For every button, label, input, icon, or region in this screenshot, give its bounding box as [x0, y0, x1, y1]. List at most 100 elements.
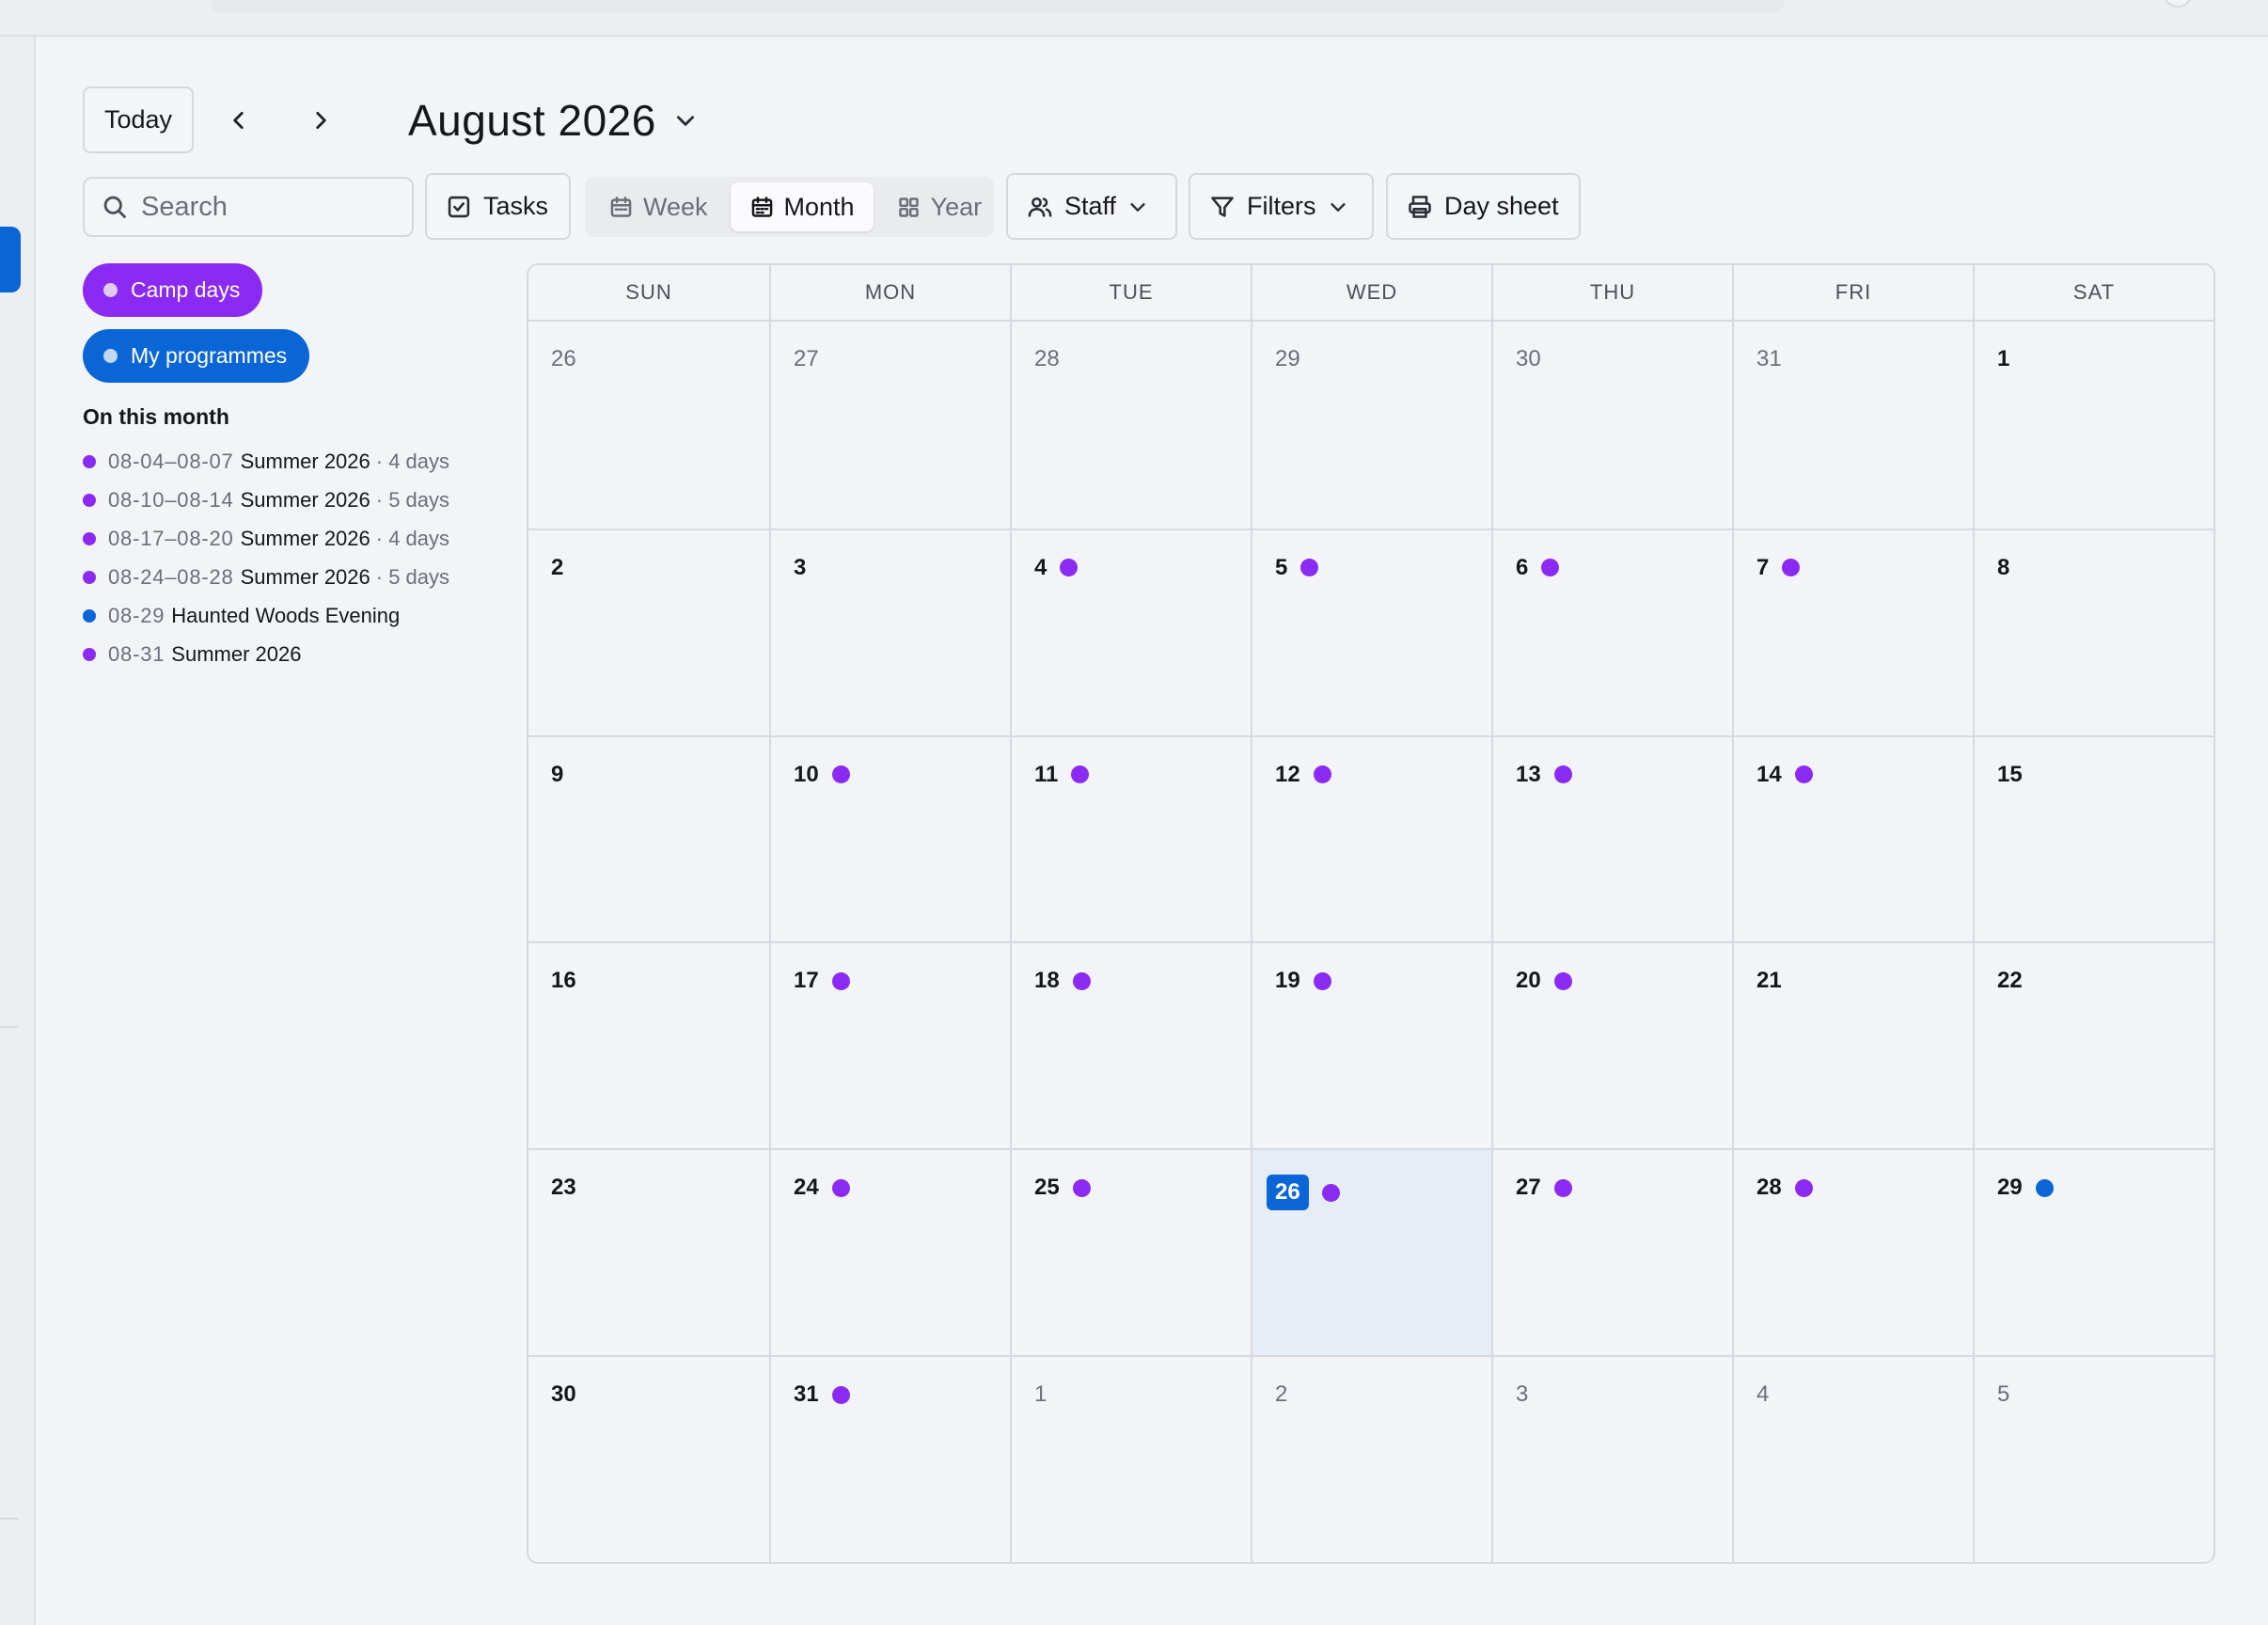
day-cell[interactable]: 3 — [1491, 1355, 1732, 1562]
camp-day-dot[interactable] — [1553, 971, 1572, 990]
camp-day-dot[interactable] — [831, 1385, 850, 1404]
search-input[interactable] — [141, 191, 376, 223]
day-cell[interactable]: 23 — [528, 1148, 769, 1355]
camp-day-dot[interactable] — [1553, 1178, 1572, 1197]
day-number: 8 — [1997, 554, 2010, 580]
event-name: Summer 2026 — [240, 526, 370, 550]
day-cell[interactable]: 27 — [769, 322, 1010, 529]
event-date: 08-31 — [108, 641, 165, 666]
camp-day-dot[interactable] — [1071, 765, 1090, 784]
day-cell[interactable]: 2 — [1251, 1355, 1491, 1562]
camp-day-dot[interactable] — [1313, 765, 1331, 784]
view-week-tab[interactable]: Week — [590, 182, 727, 231]
day-cell[interactable]: 19 — [1251, 941, 1491, 1149]
today-button[interactable]: Today — [83, 87, 194, 153]
list-item[interactable]: 08-17–08-20 Summer 2026 · 4 days — [83, 519, 506, 558]
day-cell[interactable]: 26 — [528, 322, 769, 529]
day-cell[interactable]: 6 — [1491, 528, 1732, 735]
day-cell[interactable]: 25 — [1010, 1148, 1251, 1356]
day-cell[interactable]: 29 — [1973, 1148, 2213, 1356]
month-picker[interactable]: August 2026 — [408, 90, 698, 150]
list-item[interactable]: 08-29 Haunted Woods Evening — [83, 596, 506, 635]
day-sheet-button[interactable]: Day sheet — [1386, 173, 1581, 240]
day-cell[interactable]: 10 — [769, 734, 1010, 942]
day-cell[interactable]: 4 — [1732, 1355, 1973, 1562]
day-cell[interactable]: 27 — [1491, 1148, 1732, 1356]
camp-day-dot[interactable] — [1541, 559, 1560, 577]
global-search-strip[interactable] — [212, 0, 1784, 13]
day-cell[interactable]: 28 — [1010, 322, 1251, 529]
camp-day-dot[interactable] — [831, 971, 850, 990]
day-cell[interactable]: 30 — [528, 1355, 769, 1562]
camp-day-dot[interactable] — [1072, 971, 1091, 990]
day-cell[interactable]: 1 — [1010, 1355, 1251, 1562]
day-cell[interactable]: 14 — [1732, 734, 1973, 942]
day-cell[interactable]: 28 — [1732, 1148, 1973, 1356]
day-cell[interactable]: 16 — [528, 941, 769, 1148]
day-cell[interactable]: 15 — [1973, 734, 2213, 942]
day-cell[interactable]: 11 — [1010, 734, 1251, 942]
view-year-tab[interactable]: Year — [877, 182, 1001, 231]
camp-days-chip[interactable]: Camp days — [83, 263, 263, 317]
day-header: 10 — [794, 762, 850, 788]
camp-day-dot[interactable] — [1794, 1178, 1813, 1197]
day-cell[interactable]: 18 — [1010, 941, 1251, 1149]
search-box[interactable] — [83, 177, 414, 237]
day-cell[interactable]: 31 — [769, 1355, 1010, 1562]
day-number: 4 — [1756, 1381, 1770, 1408]
day-cell[interactable]: 30 — [1491, 322, 1732, 529]
camp-day-dot[interactable] — [1313, 971, 1331, 990]
camp-day-dot[interactable] — [1794, 765, 1813, 784]
day-cell[interactable]: 1 — [1973, 322, 2213, 529]
my-programmes-chip[interactable]: My programmes — [83, 329, 310, 383]
day-cell[interactable]: 31 — [1732, 322, 1973, 529]
view-month-tab[interactable]: Month — [730, 182, 874, 231]
day-cell[interactable]: 3 — [769, 528, 1010, 735]
day-header: 2 — [551, 555, 563, 581]
day-cell[interactable]: 2 — [528, 528, 769, 735]
my-programmes-label: My programmes — [131, 343, 288, 368]
day-cell-today[interactable]: 26 — [1251, 1148, 1491, 1356]
camp-day-dot[interactable] — [1300, 559, 1319, 577]
day-cell[interactable]: 21 — [1732, 941, 1973, 1149]
day-cell[interactable]: 4 — [1010, 528, 1251, 735]
page-title: August 2026 — [408, 96, 656, 145]
day-cell[interactable]: 22 — [1973, 941, 2213, 1149]
day-cell[interactable]: 9 — [528, 734, 769, 942]
staff-dropdown[interactable]: Staff — [1006, 173, 1177, 240]
list-item[interactable]: 08-24–08-28 Summer 2026 · 5 days — [83, 558, 506, 596]
camp-day-dot[interactable] — [1072, 1178, 1091, 1197]
camp-day-dot[interactable] — [1321, 1183, 1340, 1202]
list-item[interactable]: 08-10–08-14 Summer 2026 · 5 days — [83, 481, 506, 519]
day-cell[interactable]: 29 — [1251, 322, 1491, 529]
list-item[interactable]: 08-04–08-07 Summer 2026 · 4 days — [83, 442, 506, 481]
day-cell[interactable]: 7 — [1732, 528, 1973, 735]
day-cell[interactable]: 17 — [769, 941, 1010, 1149]
day-cell[interactable]: 24 — [769, 1148, 1010, 1356]
camp-day-dot[interactable] — [831, 1178, 850, 1197]
day-cell[interactable]: 5 — [1251, 528, 1491, 735]
day-header: 29 — [1997, 1175, 2054, 1201]
camp-day-dot[interactable] — [1553, 765, 1572, 784]
avatar[interactable] — [2163, 0, 2193, 8]
camp-day-dot[interactable] — [1782, 559, 1801, 577]
camp-day-dot[interactable] — [1060, 559, 1079, 577]
filters-dropdown[interactable]: Filters — [1189, 173, 1374, 240]
day-number: 13 — [1516, 761, 1541, 787]
day-number: 31 — [794, 1381, 819, 1408]
day-cell[interactable]: 5 — [1973, 1355, 2213, 1562]
active-nav-marker[interactable] — [0, 227, 21, 292]
weekday-label: SUN — [625, 280, 672, 304]
day-number: 4 — [1034, 554, 1047, 580]
list-item[interactable]: 08-31 Summer 2026 — [83, 635, 506, 673]
next-month-button[interactable] — [302, 102, 339, 139]
day-cell[interactable]: 8 — [1973, 528, 2213, 735]
camp-day-dot[interactable] — [831, 765, 850, 784]
day-number: 1 — [1034, 1381, 1047, 1408]
previous-month-button[interactable] — [220, 102, 258, 139]
day-cell[interactable]: 13 — [1491, 734, 1732, 942]
programme-dot[interactable] — [2035, 1178, 2054, 1197]
tasks-button[interactable]: Tasks — [425, 173, 571, 240]
day-cell[interactable]: 20 — [1491, 941, 1732, 1149]
day-cell[interactable]: 12 — [1251, 734, 1491, 942]
